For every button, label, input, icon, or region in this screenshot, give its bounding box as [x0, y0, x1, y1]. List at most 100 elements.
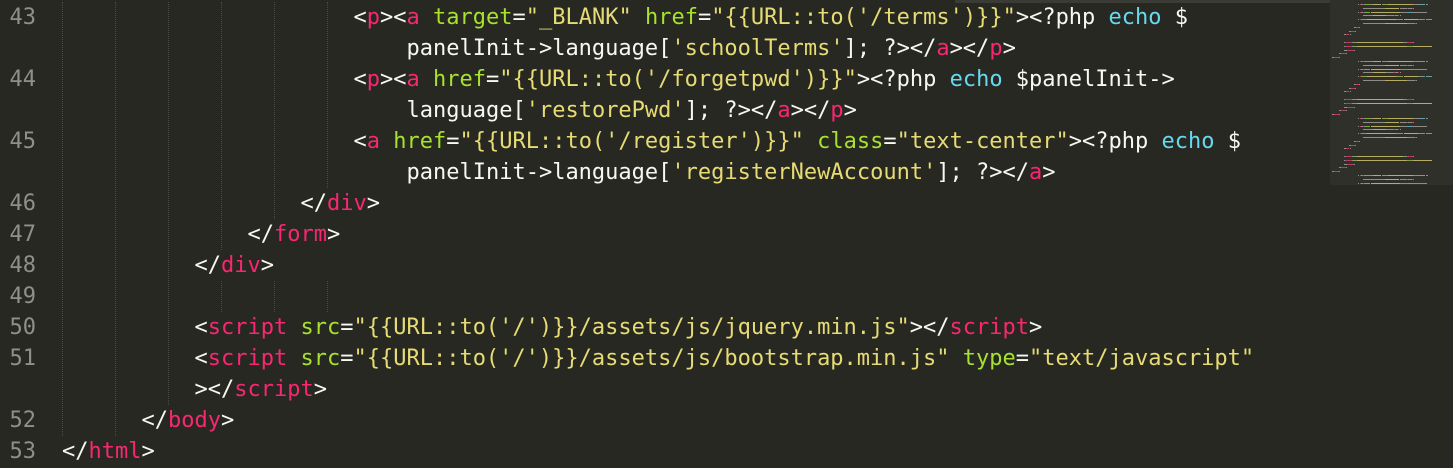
tag-name: div	[327, 191, 367, 216]
tag-name: script	[207, 346, 288, 371]
indent-guide	[327, 281, 328, 312]
code-line[interactable]: </body>	[142, 405, 235, 436]
code-line[interactable]: </form>	[248, 219, 341, 250]
code-text: >	[260, 253, 274, 278]
code-text: =	[485, 67, 500, 92]
string-literal: "{{URL::to('/terms')}}"	[711, 5, 1016, 30]
code-text: </	[62, 439, 89, 464]
code-text: ><	[380, 5, 407, 30]
code-line[interactable]: </html>	[62, 436, 155, 467]
code-line[interactable]: <p><a href="{{URL::to('/forgetpwd')}}"><…	[354, 64, 1175, 95]
keyword: echo	[949, 67, 1003, 92]
attribute-name: src	[300, 315, 341, 340]
code-text: </	[247, 222, 275, 247]
code-line[interactable]: ></script>	[195, 374, 327, 405]
code-line[interactable]: </div>	[195, 250, 275, 281]
code-text: ></	[949, 36, 990, 61]
tag-name: a	[1029, 160, 1043, 185]
tag-name: form	[274, 222, 327, 247]
code-text: panelInit->language[	[406, 36, 672, 61]
code-text: </	[194, 253, 222, 278]
code-line[interactable]: <script src="{{URL::to('/')}}/assets/js/…	[195, 343, 1255, 374]
code-text: ><	[380, 67, 407, 92]
keyword: echo	[1108, 5, 1162, 30]
code-text: ></	[194, 377, 235, 402]
code-text: =	[340, 315, 354, 340]
code-line[interactable]: <p><a target="_BLANK" href="{{URL::to('/…	[354, 2, 1189, 33]
code-text: ><?php	[1015, 5, 1109, 30]
tag-name: p	[989, 36, 1003, 61]
line-number: 43	[9, 5, 37, 30]
string-literal: 'schoolTerms'	[671, 36, 844, 61]
line-number: 47	[9, 222, 37, 247]
line-number: 44	[9, 67, 37, 92]
string-literal: "{{URL::to('/')}}/assets/js/jquery.min.j…	[353, 315, 910, 340]
line-number: 51	[9, 346, 37, 371]
tag-name: a	[406, 67, 420, 92]
code-text: >	[366, 191, 380, 216]
indent-guide	[221, 281, 222, 312]
tag-name: a	[936, 36, 950, 61]
code-text: <	[353, 5, 367, 30]
line-number: 53	[9, 439, 37, 464]
attribute-name: href	[393, 129, 447, 154]
code-text: ><?php	[1068, 129, 1162, 154]
line-number: 50	[9, 315, 37, 340]
code-text: >	[1029, 315, 1043, 340]
tag-name: a	[366, 129, 380, 154]
code-text: =	[883, 129, 897, 154]
code-text: >	[843, 98, 857, 123]
string-literal: 'registerNewAccount'	[671, 160, 937, 185]
code-text: ]; ?></	[936, 160, 1030, 185]
indent-guide	[168, 2, 169, 405]
string-literal: "{{URL::to('/')}}/assets/js/bootstrap.mi…	[353, 346, 950, 371]
code-line[interactable]: panelInit->language['registerNewAccount'…	[407, 157, 1056, 188]
code-editor[interactable]: 43 44 45 46 47 48 49 50 51 52 53 <p><a target="_BL…	[0, 0, 1453, 468]
attribute-name: href	[433, 67, 486, 92]
code-line[interactable]: </div>	[301, 188, 381, 219]
code-text: >	[326, 222, 341, 247]
code-text: >	[1042, 160, 1056, 185]
code-text: =	[512, 5, 526, 30]
code-text: >	[141, 439, 155, 464]
code-text: =	[1015, 346, 1029, 371]
string-literal: "text/javascript"	[1029, 346, 1255, 371]
code-text: >	[1002, 36, 1016, 61]
indent-guide	[115, 2, 116, 436]
code-text: >	[220, 408, 235, 433]
code-line[interactable]: <script src="{{URL::to('/')}}/assets/js/…	[195, 312, 1043, 343]
tag-name: html	[88, 439, 142, 464]
code-text: $	[1214, 129, 1241, 154]
tag-name: a	[406, 5, 420, 30]
attribute-name: target	[433, 5, 513, 30]
minimap-viewport[interactable]	[1330, 0, 1453, 185]
string-literal: "text-center"	[896, 129, 1069, 154]
indent-guide	[221, 2, 222, 250]
code-text: ></	[909, 315, 950, 340]
keyword: echo	[1161, 129, 1215, 154]
indent-guide	[274, 281, 275, 312]
code-line[interactable]: language['restorePwd']; ?></a></p>	[407, 95, 857, 126]
tag-name: script	[949, 315, 1030, 340]
code-line[interactable]: <a href="{{URL::to('/register')}}" class…	[354, 126, 1241, 157]
code-text: language[	[406, 98, 526, 123]
code-text: ]; ?></	[684, 98, 778, 123]
line-number: 49	[9, 284, 37, 309]
tag-name: p	[366, 5, 380, 30]
code-text: <	[353, 129, 367, 154]
code-text: =	[697, 5, 712, 30]
code-text: <	[353, 67, 367, 92]
tag-name: p	[366, 67, 380, 92]
code-text: =	[446, 129, 460, 154]
code-text: >	[313, 377, 327, 402]
code-text: </	[141, 408, 169, 433]
tag-name: div	[221, 253, 261, 278]
code-text: ]; ?></	[843, 36, 937, 61]
string-literal: "_BLANK"	[525, 5, 632, 30]
code-line[interactable]: panelInit->language['schoolTerms']; ?></…	[407, 33, 1016, 64]
